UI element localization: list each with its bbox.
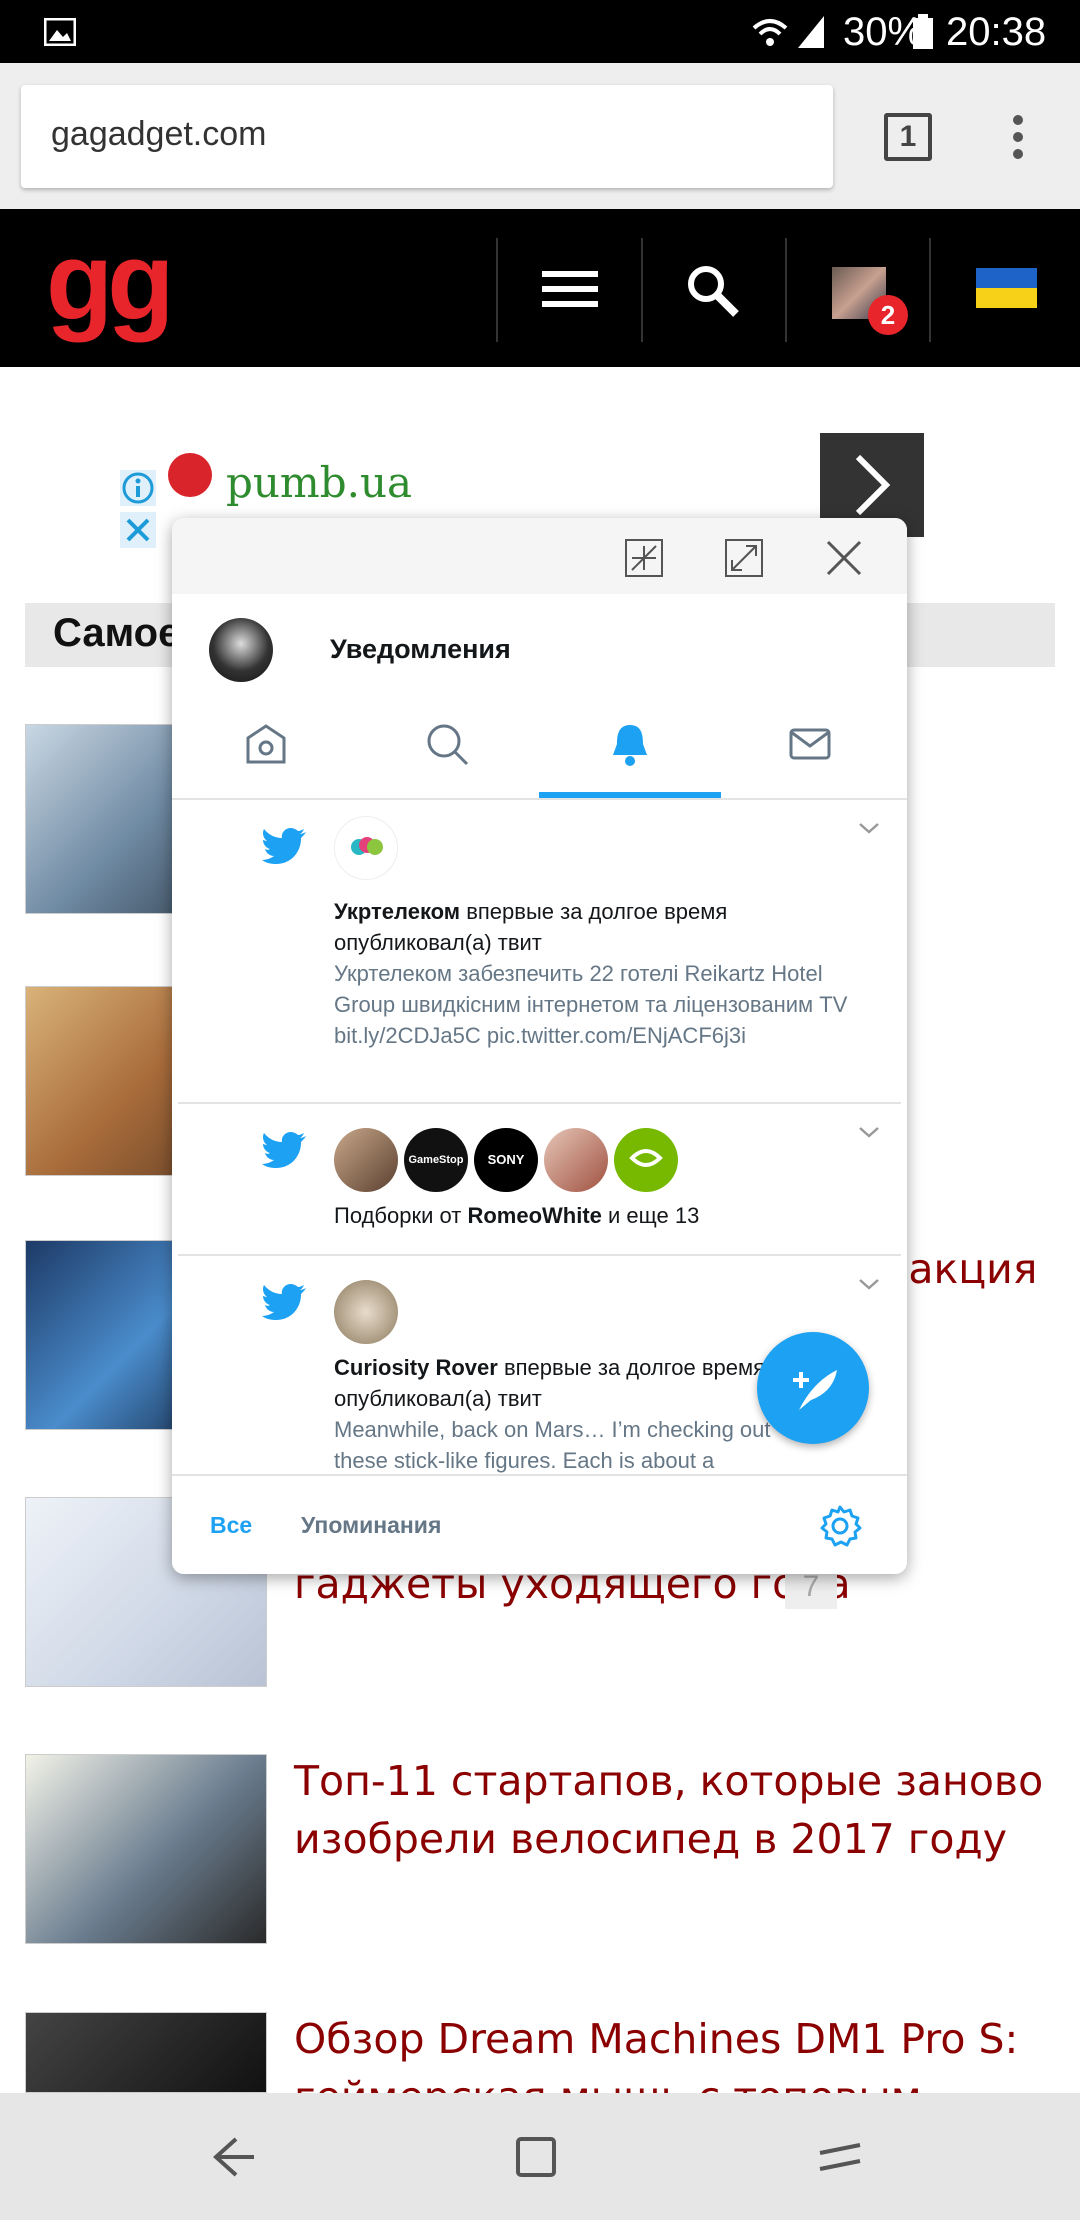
compose-tweet-button[interactable] xyxy=(757,1332,869,1444)
site-header: gg 2 xyxy=(0,209,1080,367)
home-icon[interactable] xyxy=(512,2133,560,2181)
notification-item[interactable]: GameStop SONY Подборки от RomeoWhite и е… xyxy=(178,1104,901,1256)
tab-notifications[interactable] xyxy=(608,722,652,766)
chevron-down-icon[interactable] xyxy=(857,1272,881,1296)
ukraine-flag-icon[interactable] xyxy=(976,268,1037,308)
settings-gear-icon[interactable] xyxy=(818,1504,862,1548)
twitter-bird-icon xyxy=(262,828,306,864)
tab-messages[interactable] xyxy=(788,722,832,766)
notification-author[interactable]: Укртелеком xyxy=(334,899,460,924)
chevron-down-icon[interactable] xyxy=(857,816,881,840)
gamestop-avatar[interactable]: GameStop xyxy=(404,1128,468,1192)
notification-suffix: и еще 13 xyxy=(601,1203,700,1228)
avatar[interactable] xyxy=(334,1128,398,1192)
tab-count: 1 xyxy=(899,120,917,153)
article-title[interactable]: Обзор Dream Machines DM1 Pro S: геймерск… xyxy=(294,2010,1074,2093)
android-nav-bar xyxy=(0,2093,1080,2220)
article-thumbnail[interactable] xyxy=(25,2012,267,2093)
tweet-text: Укртелеком забезпечить 22 готелі Reikart… xyxy=(334,961,848,1048)
twitter-bird-icon xyxy=(262,1132,306,1168)
notification-text: Подборки от RomeoWhite и еще 13 xyxy=(334,1200,854,1231)
popup-footer: Все Упоминания xyxy=(172,1474,907,1574)
notification-author[interactable]: Curiosity Rover xyxy=(334,1355,498,1380)
ukrtelecom-avatar[interactable] xyxy=(334,816,398,880)
nvidia-avatar[interactable] xyxy=(614,1128,678,1192)
url-text: gagadget.com xyxy=(51,115,267,153)
url-bar[interactable]: gagadget.com xyxy=(21,85,833,188)
twitter-notifications-popup: Уведомления Укртелеком впервые за долгое… xyxy=(172,518,907,1574)
sony-avatar[interactable]: SONY xyxy=(474,1128,538,1192)
back-icon[interactable] xyxy=(210,2133,258,2181)
article-title[interactable]: Топ-11 стартапов, которые заново изобрел… xyxy=(294,1752,1054,1868)
active-tab-indicator xyxy=(539,792,721,798)
filter-mentions-tab[interactable]: Упоминания xyxy=(301,1512,441,1539)
menu-icon[interactable] xyxy=(542,269,598,309)
ad-close-icon[interactable] xyxy=(120,512,156,548)
filter-all-tab[interactable]: Все xyxy=(210,1512,252,1539)
search-icon[interactable] xyxy=(686,264,740,318)
tab-home[interactable] xyxy=(244,722,288,766)
site-logo[interactable]: gg xyxy=(46,227,174,337)
notification-badge: 2 xyxy=(868,295,908,335)
profile-avatar[interactable] xyxy=(209,618,273,682)
notification-item[interactable]: Укртелеком впервые за долгое время опубл… xyxy=(178,800,901,1104)
notification-prefix: Подборки от xyxy=(334,1203,468,1228)
popup-titlebar xyxy=(172,518,907,594)
ad-info-icon[interactable] xyxy=(120,470,156,506)
notification-text: Curiosity Rover впервые за долгое время … xyxy=(334,1352,804,1474)
minimize-icon[interactable] xyxy=(624,538,664,578)
battery-icon xyxy=(913,14,933,49)
tab-switcher-button[interactable]: 1 xyxy=(884,113,932,161)
compose-feather-icon xyxy=(793,1370,837,1410)
tweet-text: Meanwhile, back on Mars… I’m checking ou… xyxy=(334,1417,771,1473)
notification-text: Укртелеком впервые за долгое время опубл… xyxy=(334,896,854,1051)
twitter-bird-icon xyxy=(262,1284,306,1320)
close-icon[interactable] xyxy=(826,540,862,576)
signal-icon xyxy=(798,16,824,48)
recents-icon[interactable] xyxy=(816,2133,864,2181)
chevron-down-icon[interactable] xyxy=(857,1120,881,1144)
curiosity-rover-avatar[interactable] xyxy=(334,1280,398,1344)
ad-logo xyxy=(168,453,212,497)
section-title: Самое xyxy=(53,611,181,655)
wifi-icon xyxy=(752,19,788,46)
avatar[interactable] xyxy=(544,1128,608,1192)
ad-text[interactable]: pumb.ua xyxy=(226,458,412,507)
status-bar: 30% 20:38 xyxy=(0,0,1080,63)
clock: 20:38 xyxy=(946,10,1047,54)
more-options-icon[interactable] xyxy=(1008,112,1028,162)
popup-title: Уведомления xyxy=(330,634,511,664)
gallery-icon xyxy=(44,18,76,46)
notification-author[interactable]: RomeoWhite xyxy=(467,1203,601,1228)
article-thumbnail[interactable] xyxy=(25,1754,267,1944)
expand-icon[interactable] xyxy=(724,538,764,578)
tab-search[interactable] xyxy=(425,722,469,766)
